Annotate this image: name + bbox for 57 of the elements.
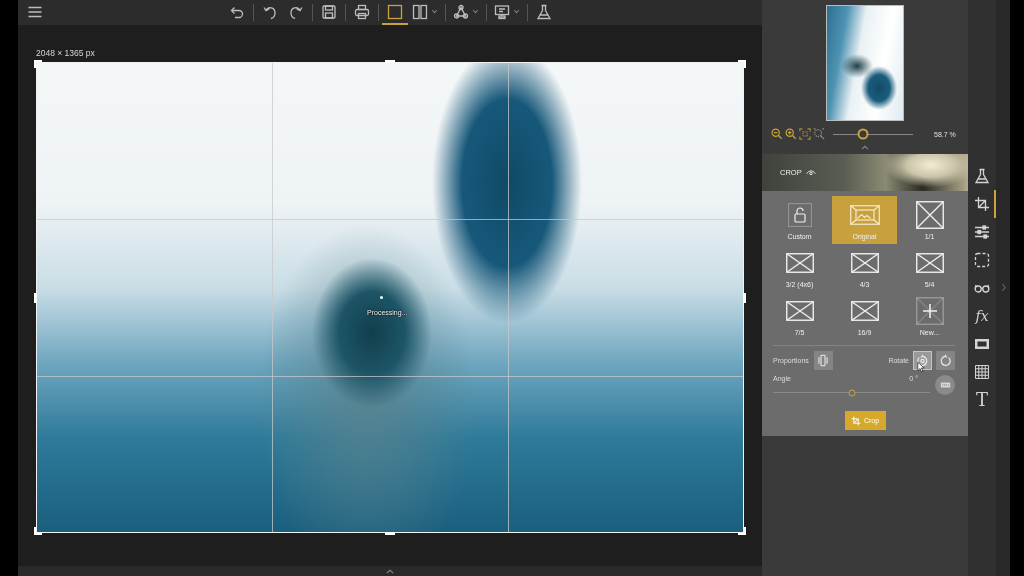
slider-thumb[interactable]: [857, 128, 869, 140]
sliders-icon: [974, 224, 990, 240]
crossed-rectangle-icon: [850, 300, 879, 321]
proportions-button[interactable]: [813, 351, 833, 370]
dashed-rectangle-icon: [939, 382, 951, 388]
fit-to-window-icon[interactable]: [799, 128, 811, 140]
save-icon: [320, 3, 337, 20]
chevron-up-icon[interactable]: [861, 145, 869, 150]
triangle-nodes-icon: [452, 3, 469, 20]
portrait-rectangle-icon: [818, 354, 829, 367]
crop-handle[interactable]: [738, 527, 746, 535]
chevron-up-icon[interactable]: [386, 568, 394, 574]
crop-handle[interactable]: [738, 60, 746, 68]
zoom-in-icon[interactable]: [785, 128, 797, 140]
plus-icon: [915, 296, 944, 325]
monitor-icon: [493, 3, 510, 20]
crop-handle[interactable]: [34, 527, 42, 535]
rotate-left-icon: [916, 354, 929, 367]
crop-handle[interactable]: [34, 60, 42, 68]
crop-handle[interactable]: [743, 292, 746, 303]
spinner-icon: [380, 296, 383, 299]
crop-handle[interactable]: [385, 60, 395, 63]
caret-icon: [471, 9, 479, 14]
zoom-out-icon[interactable]: [771, 128, 783, 140]
caret-icon: [430, 9, 438, 14]
crop-handle[interactable]: [385, 532, 395, 535]
crop-icon: [974, 196, 990, 212]
reset-angle-button[interactable]: [935, 375, 955, 395]
crossed-rectangle-icon: [785, 252, 814, 273]
print-icon: [353, 3, 370, 20]
crossed-rectangle-icon: [785, 300, 814, 321]
lock-icon: [787, 202, 812, 227]
actual-size-icon[interactable]: [813, 128, 825, 140]
rotate-right-button[interactable]: [936, 351, 955, 370]
split-view-icon: [411, 3, 428, 20]
crossed-rectangle-icon: [915, 252, 944, 273]
thumbnail-placeholder[interactable]: [826, 5, 904, 121]
crossed-rectangle-icon: [850, 252, 879, 273]
crop-handle[interactable]: [34, 292, 37, 303]
caret-icon: [512, 9, 520, 14]
mouse-pointer-icon: [917, 361, 925, 373]
flask-icon: [535, 3, 552, 20]
single-view-icon: [386, 3, 403, 20]
slider-thumb[interactable]: [848, 389, 855, 396]
eye-icon[interactable]: [805, 169, 816, 176]
fx-tool-button[interactable]: fx: [968, 302, 996, 330]
frame-icon: [974, 336, 990, 352]
grid-icon: [974, 364, 990, 380]
chevron-right-icon[interactable]: [1000, 283, 1006, 292]
image-size-label: 2048 × 1365 px: [36, 48, 95, 59]
crossed-square-icon: [915, 200, 944, 229]
dashed-selection-icon: [974, 252, 990, 268]
image-frame-icon: [849, 204, 880, 225]
flask-icon: [974, 168, 990, 184]
text-tool-button[interactable]: T: [968, 386, 996, 414]
crop-icon: [850, 415, 861, 426]
rotate-right-icon: [939, 354, 952, 367]
